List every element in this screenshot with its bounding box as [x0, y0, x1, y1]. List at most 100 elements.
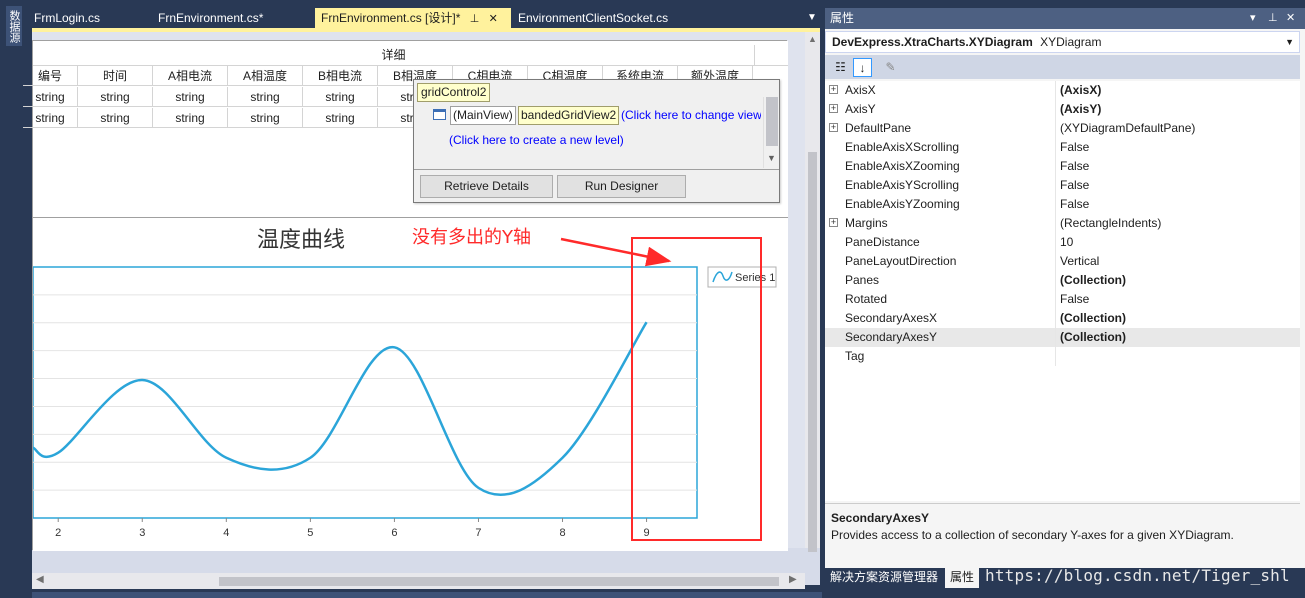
control-name-label[interactable]: gridControl2	[417, 83, 491, 102]
property-row[interactable]: Tag	[825, 347, 1300, 366]
close-icon[interactable]: ✕	[489, 9, 498, 29]
grid-cell[interactable]: string	[78, 108, 153, 128]
property-name: Panes	[845, 273, 880, 287]
property-value[interactable]: False	[1060, 176, 1089, 195]
x-tick-label: 2	[55, 527, 61, 539]
expand-icon[interactable]: +	[829, 218, 838, 227]
object-type: DevExpress.XtraCharts.XYDiagram	[832, 35, 1033, 49]
designer-vertical-scrollbar[interactable]: ▲	[805, 32, 820, 552]
grid-cell[interactable]: string	[228, 87, 303, 107]
property-value[interactable]: False	[1060, 290, 1089, 309]
tab-properties[interactable]: 属性	[945, 568, 980, 588]
property-row[interactable]: + DefaultPane (XYDiagramDefaultPane)	[825, 119, 1300, 138]
grid-cell[interactable]: string	[303, 108, 378, 128]
smart-tag-scrollbar[interactable]: ▼	[763, 97, 779, 168]
x-tick-label: 9	[644, 527, 650, 539]
column-splitter[interactable]	[1055, 81, 1056, 366]
chevron-up-icon[interactable]: ▲	[808, 34, 817, 44]
property-row[interactable]: + Margins (RectangleIndents)	[825, 214, 1300, 233]
tab-solution-explorer[interactable]: 解决方案资源管理器	[825, 568, 943, 588]
wrench-icon[interactable]: ✎	[881, 58, 900, 77]
grid-column-header[interactable]: 编号	[23, 66, 78, 86]
grid-column-header[interactable]: B相电流	[303, 66, 378, 86]
property-row[interactable]: SecondaryAxesX (Collection)	[825, 309, 1300, 328]
scroll-thumb[interactable]	[219, 577, 779, 586]
grid-column-header[interactable]: A相温度	[228, 66, 303, 86]
property-value[interactable]: (AxisX)	[1060, 81, 1101, 100]
change-view-link[interactable]: (Click here to change view)	[621, 108, 761, 122]
property-row[interactable]: EnableAxisYScrolling False	[825, 176, 1300, 195]
object-name: XYDiagram	[1040, 35, 1102, 49]
close-icon[interactable]: ✕	[1286, 8, 1295, 29]
tab-environment-client-socket[interactable]: EnvironmentClientSocket.cs	[512, 8, 722, 28]
chevron-left-icon[interactable]: ◀	[36, 574, 44, 585]
property-value[interactable]: (AxisY)	[1060, 100, 1101, 119]
property-value[interactable]: (RectangleIndents)	[1060, 214, 1161, 233]
grid-control[interactable]: 详细 编号 时间 A相电流 A相温度 B相电流 B相温度 C相电流 C相温度 系统电流 额外温度 s…	[23, 41, 788, 218]
chevron-down-icon[interactable]: ▼	[1285, 32, 1294, 52]
grid-band-header[interactable]: 详细	[33, 45, 755, 66]
property-value[interactable]: (Collection)	[1060, 309, 1126, 328]
property-name: PaneDistance	[845, 235, 920, 249]
grid-cell[interactable]: string	[303, 87, 378, 107]
expand-icon[interactable]: +	[829, 85, 838, 94]
alphabetical-sort-icon[interactable]: ↓	[853, 58, 872, 77]
property-row[interactable]: Rotated False	[825, 290, 1300, 309]
designer-horizontal-scrollbar[interactable]: ◀ ▶	[32, 573, 805, 589]
retrieve-details-button[interactable]: Retrieve Details	[420, 175, 553, 198]
expand-icon[interactable]: +	[829, 104, 838, 113]
property-value[interactable]: (Collection)	[1060, 271, 1126, 290]
grid-column-header[interactable]: 时间	[78, 66, 153, 86]
document-tab-bar: FrmLogin.cs FrnEnvironment.cs* FrnEnviro…	[28, 8, 824, 28]
grid-cell[interactable]: string	[153, 87, 228, 107]
datasource-side-tab[interactable]: 数据源	[6, 6, 22, 46]
chevron-down-icon[interactable]: ▼	[767, 153, 776, 163]
grid-column-header[interactable]: A相电流	[153, 66, 228, 86]
property-row[interactable]: SecondaryAxesY (Collection)	[825, 328, 1300, 347]
tab-label: EnvironmentClientSocket.cs	[518, 11, 669, 25]
chevron-right-icon[interactable]: ▶	[789, 574, 797, 585]
property-value[interactable]: False	[1060, 138, 1089, 157]
status-strip	[32, 592, 822, 598]
scroll-thumb[interactable]	[808, 152, 817, 552]
property-value[interactable]: 10	[1060, 233, 1073, 252]
scroll-thumb[interactable]	[766, 97, 778, 146]
dropdown-icon[interactable]: ▾	[1250, 8, 1256, 29]
chart-control[interactable]: 温度曲线 2 3 4 5 6 7 8 9 Series 1 没有多出的Y轴	[33, 218, 788, 551]
property-row[interactable]: EnableAxisXScrolling False	[825, 138, 1300, 157]
property-value[interactable]: (Collection)	[1060, 328, 1126, 347]
grid-cell[interactable]: string	[78, 87, 153, 107]
property-value[interactable]: False	[1060, 157, 1089, 176]
property-row[interactable]: + AxisX (AxisX)	[825, 81, 1300, 100]
categorized-icon[interactable]: ☷	[831, 58, 850, 77]
grid-cell[interactable]: string	[23, 108, 78, 128]
create-level-link[interactable]: (Click here to create a new level)	[449, 133, 624, 147]
property-row[interactable]: PaneLayoutDirection Vertical	[825, 252, 1300, 271]
tab-dropdown-icon[interactable]: ▼	[806, 12, 818, 24]
property-row[interactable]: EnableAxisXZooming False	[825, 157, 1300, 176]
tab-label: FrmLogin.cs	[34, 11, 101, 25]
run-designer-button[interactable]: Run Designer	[557, 175, 686, 198]
property-row[interactable]: + AxisY (AxisY)	[825, 100, 1300, 119]
property-row[interactable]: Panes (Collection)	[825, 271, 1300, 290]
tab-frnenvironment-design[interactable]: FrnEnvironment.cs [设计]* ⊥ ✕	[315, 8, 511, 28]
object-selector[interactable]: DevExpress.XtraCharts.XYDiagram XYDiagra…	[825, 31, 1300, 53]
property-value[interactable]: False	[1060, 195, 1089, 214]
grid-cell[interactable]: string	[23, 87, 78, 107]
tab-frnenvironment-code[interactable]: FrnEnvironment.cs*	[152, 8, 312, 28]
grid-cell[interactable]: string	[228, 108, 303, 128]
pin-icon[interactable]: ⊥	[470, 9, 480, 29]
property-value[interactable]: (XYDiagramDefaultPane)	[1060, 119, 1195, 138]
property-row[interactable]: EnableAxisYZooming False	[825, 195, 1300, 214]
grid-cell[interactable]: string	[153, 108, 228, 128]
property-grid: + AxisX (AxisX) + AxisY (AxisY) + DefaultPane (X…	[825, 81, 1300, 501]
x-axis-ticks: 2 3 4 5 6 7 8 9	[55, 518, 650, 539]
property-name: PaneLayoutDirection	[845, 254, 957, 268]
property-row[interactable]: PaneDistance 10	[825, 233, 1300, 252]
property-value[interactable]: Vertical	[1060, 252, 1099, 271]
tab-frmlogin[interactable]: FrmLogin.cs	[28, 8, 148, 28]
expand-icon[interactable]: +	[829, 123, 838, 132]
main-view-label[interactable]: (MainView)	[450, 106, 516, 125]
banded-view-label[interactable]: bandedGridView2	[518, 106, 620, 125]
pin-icon[interactable]: ⊥	[1268, 8, 1278, 29]
